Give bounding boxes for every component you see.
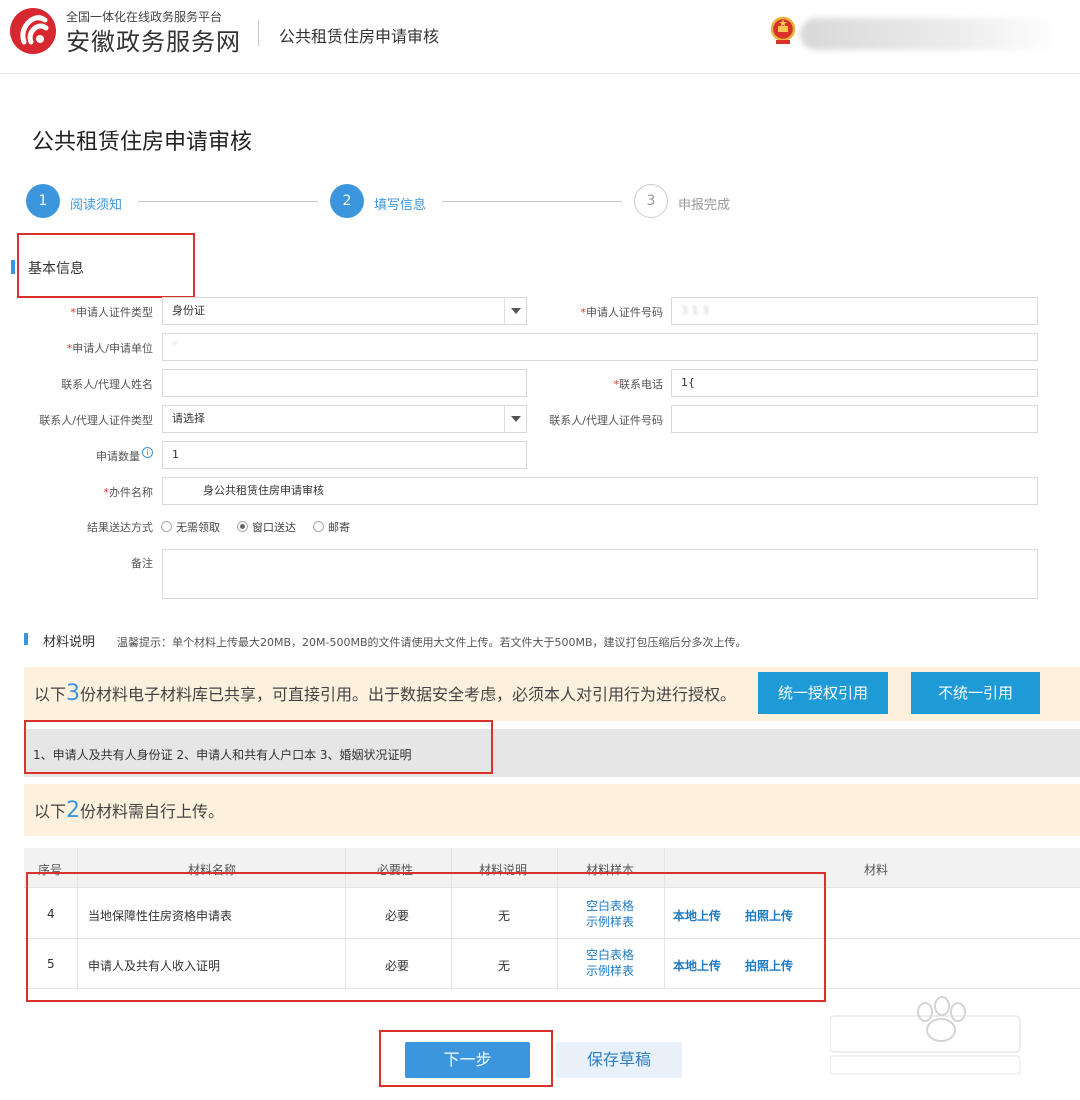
national-emblem-icon: [770, 16, 796, 44]
applicant-id-number-label: *申请人证件号码: [580, 306, 664, 319]
highlight-box-basic-info: [17, 233, 195, 298]
step-1-label: 阅读须知: [70, 198, 123, 213]
highlight-box-upload-table: [26, 872, 826, 1002]
quantity-input[interactable]: 1: [162, 441, 527, 469]
user-info-blurred[interactable]: [800, 18, 1060, 50]
remarks-textarea[interactable]: [162, 549, 1038, 599]
blurred-value: ": [172, 340, 178, 353]
contact-id-number-input[interactable]: [671, 405, 1038, 433]
chevron-down-icon[interactable]: [504, 298, 526, 324]
step-2-circle: 2: [330, 184, 364, 218]
applicant-name-input[interactable]: ": [162, 333, 1038, 361]
radio-no-pickup[interactable]: [161, 521, 172, 532]
delivery-method-label: 结果送达方式: [87, 521, 153, 534]
upload-materials-banner: 以下2份材料需自行上传。: [24, 784, 1080, 836]
radio-mail[interactable]: [313, 521, 324, 532]
shared-materials-text: 以下3份材料电子材料库已共享，可直接引用。出于数据安全考虑，必须本人对引用行为进…: [34, 681, 737, 706]
section-marker: [11, 260, 15, 274]
applicant-id-type-label: *申请人证件类型: [70, 306, 154, 319]
applicant-name-label: *申请人/申请单位: [66, 342, 153, 355]
radio-window-delivery[interactable]: [237, 521, 248, 532]
case-name-input[interactable]: 身公共租赁住房申请审核: [162, 477, 1038, 505]
contact-id-number-label: 联系人/代理人证件号码: [549, 414, 663, 427]
radio-label-no-pickup[interactable]: 无需领取: [176, 519, 220, 535]
site-name[interactable]: 安徽政务服务网: [66, 22, 241, 57]
highlight-box-next: [379, 1030, 553, 1087]
applicant-id-number-input[interactable]: 3 1 3: [671, 297, 1038, 325]
blurred-value: 3 1 3: [681, 304, 709, 317]
page-title: 公共租赁住房申请审核: [32, 130, 253, 155]
remarks-label: 备注: [131, 557, 153, 570]
contact-phone-input[interactable]: 1{: [671, 369, 1038, 397]
no-authorize-button[interactable]: 不统一引用: [911, 672, 1040, 714]
step-connector: [442, 201, 622, 202]
applicant-id-type-select[interactable]: 身份证: [162, 297, 527, 325]
section-marker: [24, 633, 28, 645]
radio-label-window-delivery[interactable]: 窗口送达: [252, 519, 296, 535]
baidu-paw-watermark-icon: [830, 996, 1021, 1075]
save-draft-button[interactable]: 保存草稿: [556, 1042, 682, 1078]
section-title-materials: 材料说明: [43, 635, 96, 650]
chevron-down-icon[interactable]: [504, 406, 526, 432]
quantity-label: 申请数量: [96, 450, 140, 463]
header-divider: [258, 20, 259, 46]
upload-materials-text: 以下2份材料需自行上传。: [34, 798, 225, 823]
highlight-box-shared-list: [24, 720, 493, 774]
step-2-label: 填写信息: [374, 198, 427, 213]
contact-name-label: 联系人/代理人姓名: [61, 378, 153, 391]
top-header: 全国一体化在线政务服务平台 安徽政务服务网 公共租赁住房申请审核: [0, 0, 1080, 74]
step-connector: [138, 201, 318, 202]
authorize-all-button[interactable]: 统一授权引用: [758, 672, 888, 714]
header-page-name: 公共租赁住房申请审核: [279, 27, 440, 46]
th-materials: 材料: [864, 863, 889, 877]
upload-hint: 温馨提示：单个材料上传最大20MB，20M-500MB的文件请使用大文件上传。若…: [117, 636, 747, 649]
case-name-label: *办件名称: [103, 486, 154, 499]
contact-id-type-label: 联系人/代理人证件类型: [39, 414, 153, 427]
contact-id-type-select[interactable]: 请选择: [162, 405, 527, 433]
step-3-label: 申报完成: [678, 198, 731, 213]
step-1-circle: 1: [26, 184, 60, 218]
contact-phone-label: *联系电话: [613, 378, 664, 391]
site-logo-icon[interactable]: [10, 8, 56, 54]
contact-name-input[interactable]: [162, 369, 527, 397]
step-3-circle: 3: [634, 184, 668, 218]
radio-label-mail[interactable]: 邮寄: [328, 519, 350, 535]
info-icon[interactable]: i: [142, 447, 153, 458]
